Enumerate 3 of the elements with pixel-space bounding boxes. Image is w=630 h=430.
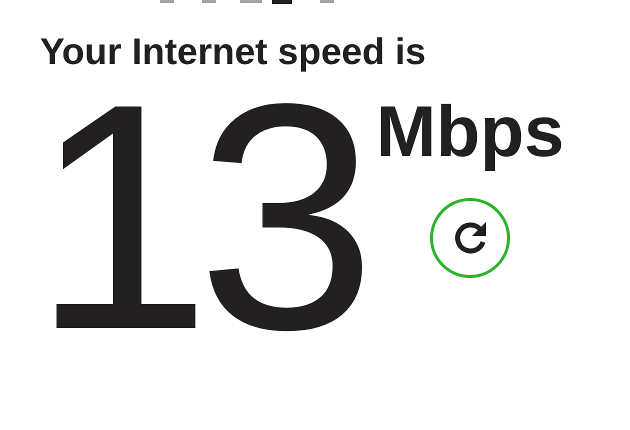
speed-unit: Mbps xyxy=(376,92,564,172)
speed-value: 13 xyxy=(32,78,362,358)
speed-heading: Your Internet speed is xyxy=(40,30,426,74)
